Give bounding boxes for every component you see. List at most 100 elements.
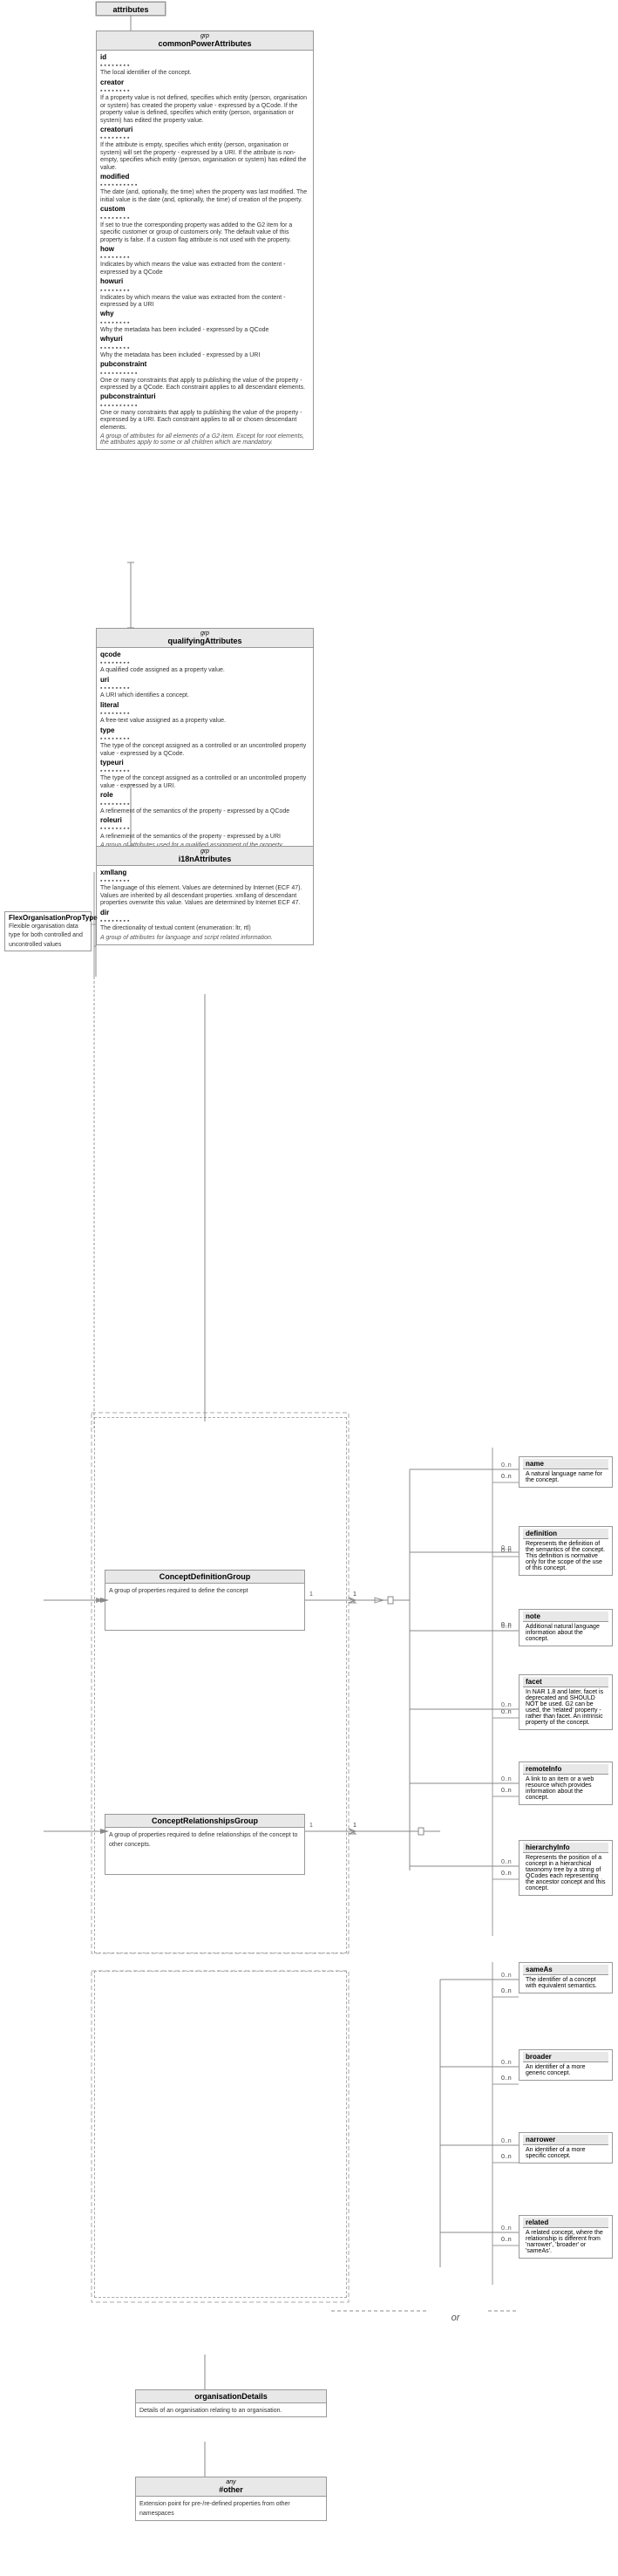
svg-text:0..n: 0..n	[501, 1624, 512, 1630]
i18n-section-label: A group of attributes for language and s…	[100, 935, 309, 941]
field-type: type ▪ ▪ ▪ ▪ ▪ ▪ ▪ ▪ The type of the con…	[100, 726, 309, 758]
right-box-hierarchyinfo-body: Represents the position of a concept in …	[523, 1853, 608, 1893]
i18n-attributes-box: grp i18nAttributes xmllang ▪ ▪ ▪ ▪ ▪ ▪ ▪…	[96, 846, 314, 945]
flex-organisation-label: FlexOrganisationPropType Flexible organi…	[4, 911, 92, 951]
diagram-title: attributes	[96, 2, 166, 16]
right-box-related-body: A related concept, where the relationshi…	[523, 2228, 608, 2256]
classname-label: commonPowerAttributes	[158, 39, 251, 48]
svg-text:0..n: 0..n	[501, 1871, 512, 1877]
right-box-remoteinfo: remoteInfo A link to an item or a web re…	[519, 1762, 613, 1805]
right-box-hierarchyinfo: hierarchyInfo Represents the position of…	[519, 1840, 613, 1896]
field-howuri: howuri ▪ ▪ ▪ ▪ ▪ ▪ ▪ ▪ Indicates by whic…	[100, 277, 309, 309]
field-pubconstraint: pubconstraint ▪ ▪ ▪ ▪ ▪ ▪ ▪ ▪ ▪ ▪ One or…	[100, 360, 309, 392]
concept-rel-group-dashed	[94, 1971, 347, 2298]
common-power-attributes-box: grp commonPowerAttributes id ▪ ▪ ▪ ▪ ▪ ▪…	[96, 31, 314, 450]
right-box-narrower-body: An identifier of a more specific concept…	[523, 2145, 608, 2161]
right-box-broader: broader An identifier of a more generic …	[519, 2049, 613, 2081]
concept-definition-group-box: ConceptDefinitionGroup A group of proper…	[105, 1570, 305, 1631]
right-box-sameas-header: sameAs	[523, 1965, 608, 1975]
right-box-broader-body: An identifier of a more generic concept.	[523, 2062, 608, 2078]
concept-rel-group-body: A group of properties required to define…	[105, 1828, 304, 1851]
right-box-name-header: name	[523, 1459, 608, 1469]
i18n-attributes-body: xmllang ▪ ▪ ▪ ▪ ▪ ▪ ▪ ▪ The language of …	[97, 866, 313, 944]
common-section-label: A group of attributes for all elements o…	[100, 433, 309, 446]
field-id: id ▪ ▪ ▪ ▪ ▪ ▪ ▪ ▪ The local identifier …	[100, 53, 309, 78]
right-box-sameas-body: The identifier of a concept with equival…	[523, 1975, 608, 1991]
right-box-sameas: sameAs The identifier of a concept with …	[519, 1962, 613, 1993]
field-modified: modified ▪ ▪ ▪ ▪ ▪ ▪ ▪ ▪ ▪ ▪ The date (a…	[100, 173, 309, 204]
svg-text:0..n: 0..n	[501, 2138, 512, 2144]
field-qcode: qcode ▪ ▪ ▪ ▪ ▪ ▪ ▪ ▪ A qualified code a…	[100, 651, 309, 675]
field-xmllang: xmllang ▪ ▪ ▪ ▪ ▪ ▪ ▪ ▪ The language of …	[100, 869, 309, 908]
qualifying-attributes-body: qcode ▪ ▪ ▪ ▪ ▪ ▪ ▪ ▪ A qualified code a…	[97, 648, 313, 852]
svg-text:0..n: 0..n	[501, 1776, 512, 1782]
svg-text:0..n: 0..n	[501, 1709, 512, 1715]
right-box-note: note Additional natural language informa…	[519, 1609, 613, 1646]
field-uri: uri ▪ ▪ ▪ ▪ ▪ ▪ ▪ ▪ A URI which identifi…	[100, 676, 309, 700]
field-whyuri: whyuri ▪ ▪ ▪ ▪ ▪ ▪ ▪ ▪ Why the metadata …	[100, 335, 309, 359]
right-box-name: name A natural language name for the con…	[519, 1456, 613, 1488]
field-creatoruri: creatoruri ▪ ▪ ▪ ▪ ▪ ▪ ▪ ▪ If the attrib…	[100, 126, 309, 172]
right-box-facet-body: In NAR 1.8 and later, facet is deprecate…	[523, 1687, 608, 1728]
svg-text:0..n: 0..n	[501, 1859, 512, 1865]
svg-text:0..n: 0..n	[501, 1474, 512, 1480]
right-box-facet-header: facet	[523, 1677, 608, 1687]
right-box-definition: definition Represents the definition of …	[519, 1526, 613, 1576]
right-box-related: related A related concept, where the rel…	[519, 2215, 613, 2259]
organisation-details-header: organisationDetails	[136, 2390, 326, 2403]
svg-text:0..n: 0..n	[501, 1545, 512, 1551]
field-roleuri: roleuri ▪ ▪ ▪ ▪ ▪ ▪ ▪ ▪ A refinement of …	[100, 816, 309, 841]
field-creator: creator ▪ ▪ ▪ ▪ ▪ ▪ ▪ ▪ If a property va…	[100, 78, 309, 125]
svg-text:0..n: 0..n	[501, 2060, 512, 2066]
common-power-attributes-header: grp commonPowerAttributes	[97, 31, 313, 51]
common-power-attributes-body: id ▪ ▪ ▪ ▪ ▪ ▪ ▪ ▪ The local identifier …	[97, 51, 313, 449]
svg-text:0..n: 0..n	[501, 1988, 512, 1994]
concept-def-group-body: A group of properties required to define…	[105, 1584, 304, 1597]
field-dir: dir ▪ ▪ ▪ ▪ ▪ ▪ ▪ ▪ The directionality o…	[100, 909, 309, 933]
svg-text:0..n: 0..n	[501, 2154, 512, 2160]
stereotype-label: grp	[100, 33, 309, 39]
svg-text:0..n: 0..n	[501, 2237, 512, 2243]
or-label: or	[427, 2296, 484, 2340]
other-box-header: any #other	[136, 2477, 326, 2497]
field-custom: custom ▪ ▪ ▪ ▪ ▪ ▪ ▪ ▪ If set to true th…	[100, 205, 309, 244]
right-box-related-header: related	[523, 2218, 608, 2228]
svg-text:1: 1	[353, 1823, 357, 1829]
svg-text:0..n: 0..n	[501, 1462, 512, 1469]
right-box-remoteinfo-body: A link to an item or a web resource whic…	[523, 1775, 608, 1803]
concept-def-group-header: ConceptDefinitionGroup	[105, 1571, 304, 1584]
right-box-definition-body: Represents the definition of the semanti…	[523, 1539, 608, 1573]
concept-rel-group-header: ConceptRelationshipsGroup	[105, 1815, 304, 1828]
field-role: role ▪ ▪ ▪ ▪ ▪ ▪ ▪ ▪ A refinement of the…	[100, 791, 309, 815]
right-box-name-body: A natural language name for the concept.	[523, 1469, 608, 1485]
right-box-definition-header: definition	[523, 1529, 608, 1539]
right-box-remoteinfo-header: remoteInfo	[523, 1764, 608, 1775]
right-box-narrower: narrower An identifier of a more specifi…	[519, 2132, 613, 2164]
field-pubconstrainturi: pubconstrainturi ▪ ▪ ▪ ▪ ▪ ▪ ▪ ▪ ▪ ▪ One…	[100, 392, 309, 432]
right-box-hierarchyinfo-header: hierarchyInfo	[523, 1843, 608, 1853]
svg-text:0..n: 0..n	[501, 1702, 512, 1708]
right-box-narrower-header: narrower	[523, 2135, 608, 2145]
organisation-details-body: Details of an organisation relating to a…	[136, 2403, 326, 2416]
svg-text:0..n: 0..n	[501, 1548, 512, 1554]
field-how: how ▪ ▪ ▪ ▪ ▪ ▪ ▪ ▪ Indicates by which m…	[100, 245, 309, 276]
right-box-note-header: note	[523, 1612, 608, 1622]
svg-text:0..n: 0..n	[501, 1788, 512, 1794]
svg-text:0..n: 0..n	[501, 1973, 512, 1979]
svg-text:1: 1	[353, 1591, 357, 1598]
concept-relationships-group-box: ConceptRelationshipsGroup A group of pro…	[105, 1814, 305, 1875]
diagram-container: attributes	[0, 0, 618, 2576]
field-literal: literal ▪ ▪ ▪ ▪ ▪ ▪ ▪ ▪ A free-text valu…	[100, 701, 309, 726]
field-typeuri: typeuri ▪ ▪ ▪ ▪ ▪ ▪ ▪ ▪ The type of the …	[100, 759, 309, 790]
right-box-facet: facet In NAR 1.8 and later, facet is dep…	[519, 1674, 613, 1730]
i18n-attributes-header: grp i18nAttributes	[97, 847, 313, 866]
qualifying-attributes-box: grp qualifyingAttributes qcode ▪ ▪ ▪ ▪ ▪…	[96, 628, 314, 853]
svg-text:0..n: 0..n	[501, 2075, 512, 2082]
svg-text:0..n: 0..n	[501, 2225, 512, 2232]
right-box-broader-header: broader	[523, 2052, 608, 2062]
organisation-details-box: organisationDetails Details of an organi…	[135, 2389, 327, 2417]
other-box-body: Extension point for pre-/re-defined prop…	[136, 2497, 326, 2520]
other-box: any #other Extension point for pre-/re-d…	[135, 2477, 327, 2521]
svg-text:0..n: 0..n	[501, 1622, 512, 1628]
right-box-note-body: Additional natural language information …	[523, 1622, 608, 1644]
